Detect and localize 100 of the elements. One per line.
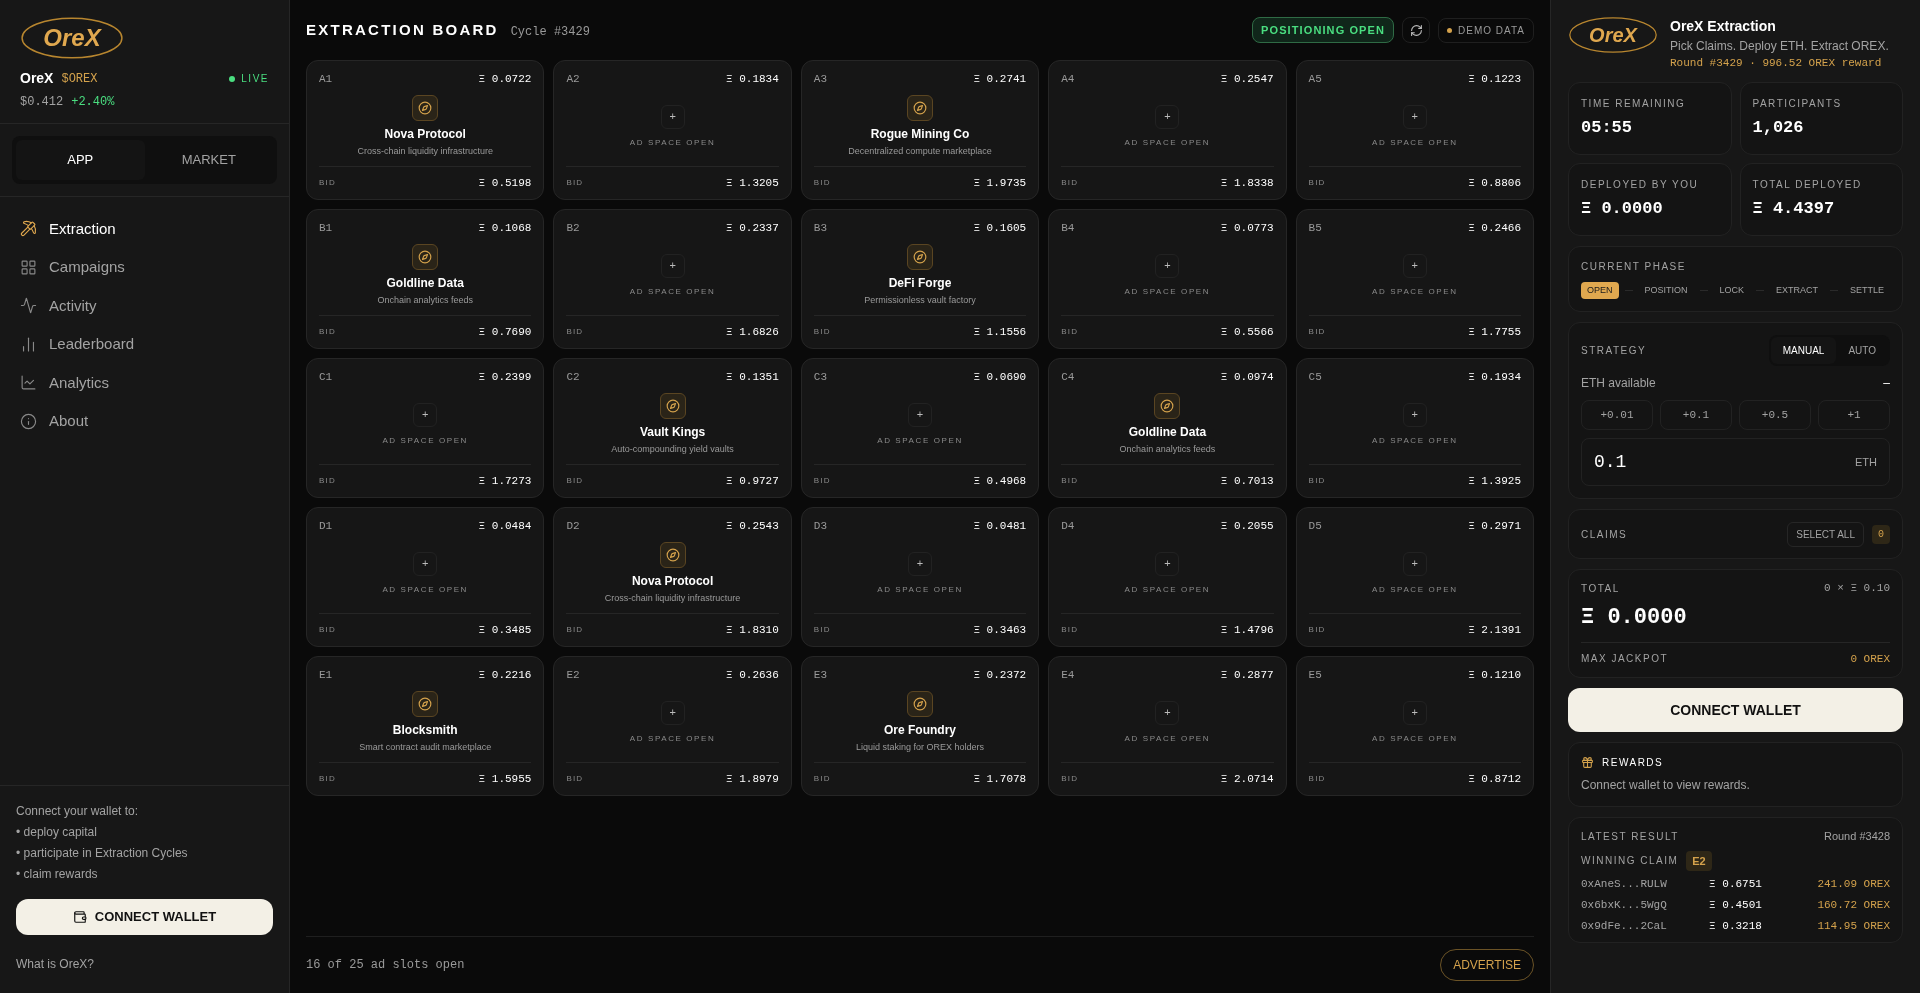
nav-item[interactable]: Extraction [20,212,269,245]
ad-slot-card[interactable]: D1 Ξ 0.0484 + AD SPACE OPEN BID Ξ 0.3485 [306,507,545,647]
sponsor-name: Nova Protocol [631,572,714,590]
ad-space-label: AD SPACE OPEN [382,434,468,447]
slot-id: A2 [566,72,580,87]
add-ad-button[interactable]: + [908,402,932,427]
connect-point: • participate in Extraction Cycles [16,845,189,862]
add-ad-button[interactable]: + [660,253,685,278]
add-ad-button[interactable]: + [1155,700,1180,725]
ad-space-label: AD SPACE OPEN [1124,285,1211,298]
nav-item[interactable]: Analytics [20,366,269,399]
add-ad-button[interactable]: + [1402,700,1427,725]
stat-label: TOTAL DEPLOYED [1752,177,1863,192]
ad-slot-card[interactable]: D2 Ξ 0.2543 Nova Protocol Cross-chain liquidity infrastructure BID Ξ 1.8310 [553,507,792,647]
ad-slot-card[interactable]: A5 Ξ 0.1223 + AD SPACE OPEN BID Ξ 0.8806 [1295,60,1534,200]
slot-id: C5 [1308,370,1322,385]
connect-wallet-button[interactable]: CONNECT WALLET [16,899,273,935]
sponsor-tagline: Smart contract audit marketplace [359,740,492,754]
nav-item[interactable]: Leaderboard [20,328,269,361]
add-ad-button[interactable]: + [1155,551,1180,576]
ad-slot-card[interactable]: A4 Ξ 0.2547 + AD SPACE OPEN BID Ξ 1.8338 [1048,60,1287,200]
stat-label: TIME REMAINING [1581,96,1687,111]
sponsor-tagline: Permissionless vault factory [864,293,976,307]
add-ad-button[interactable]: + [660,700,685,725]
sponsor-name: Nova Protocol [384,125,466,143]
ad-slot-card[interactable]: B1 Ξ 0.1068 Goldline Data Onchain analytics feeds BID Ξ 0.7690 [306,209,545,349]
add-ad-button[interactable]: + [1155,104,1180,129]
connect-wallet-button[interactable]: CONNECT WALLET [1568,688,1903,732]
strategy-tab[interactable]: MANUAL [1770,337,1837,364]
nav-item[interactable]: Campaigns [20,251,269,284]
ad-slot-card[interactable]: C3 Ξ 0.0690 + AD SPACE OPEN BID Ξ 0.4968 [800,358,1040,498]
phase-step: OPEN [1581,281,1619,299]
ad-slot-card[interactable]: E5 Ξ 0.1210 + AD SPACE OPEN BID Ξ 0.8712 [1295,656,1534,796]
add-ad-button[interactable]: + [1155,253,1180,278]
claims-label: CLAIMS [1581,527,1628,542]
add-ad-button[interactable]: + [1402,253,1427,278]
slot-price: Ξ 0.2216 [478,668,532,683]
ad-slot-card[interactable]: A1 Ξ 0.0722 Nova Protocol Cross-chain liquidity infrastructure BID Ξ 0.5198 [306,60,545,200]
slot-price: Ξ 0.2741 [973,72,1027,87]
add-ad-button[interactable]: + [413,402,438,427]
ad-slot-card[interactable]: B2 Ξ 0.2337 + AD SPACE OPEN BID Ξ 1.6826 [553,209,792,349]
add-ad-button[interactable]: + [413,551,438,576]
ad-slot-card[interactable]: D5 Ξ 0.2971 + AD SPACE OPEN BID Ξ 2.1391 [1295,507,1534,647]
ad-slot-card[interactable]: C1 Ξ 0.2399 + AD SPACE OPEN BID Ξ 1.7273 [306,358,545,498]
demo-data-badge: DEMO DATA [1438,17,1534,43]
ad-space-label: AD SPACE OPEN [1372,136,1458,149]
bid-amount: Ξ 1.8979 [726,771,779,787]
increment-button[interactable]: +1 [1818,400,1890,430]
eth-available-label: ETH available [1581,375,1656,392]
bid-label: BID [319,623,336,636]
select-all-button[interactable]: SELECT ALL [1787,521,1864,547]
ad-slot-card[interactable]: C5 Ξ 0.1934 + AD SPACE OPEN BID Ξ 1.3925 [1295,358,1534,498]
ad-slot-card[interactable]: B3 Ξ 0.1605 DeFi Forge Permissionless vault factory BID Ξ 1.1556 [800,209,1040,349]
ad-slot-card[interactable]: A3 Ξ 0.2741 Rogue Mining Co Decentralized compute marketplace BID Ξ 1.9735 [800,60,1040,200]
slot-id: B1 [319,221,333,236]
ad-slot-card[interactable]: A2 Ξ 0.1834 + AD SPACE OPEN BID Ξ 1.3205 [553,60,792,200]
help-link[interactable]: What is OreX? [16,955,273,973]
bid-label: BID [1308,772,1326,785]
nav-icon [20,297,37,315]
increment-button[interactable]: +0.5 [1739,400,1811,430]
add-ad-button[interactable]: + [660,104,685,129]
slot-id: A3 [813,72,827,87]
orex-logo: OreX [20,16,124,60]
ad-slot-card[interactable]: E2 Ξ 0.2636 + AD SPACE OPEN BID Ξ 1.8979 [553,656,792,796]
ad-slot-card[interactable]: E4 Ξ 0.2877 + AD SPACE OPEN BID Ξ 2.0714 [1048,656,1287,796]
ad-slot-card[interactable]: B5 Ξ 0.2466 + AD SPACE OPEN BID Ξ 1.7755 [1295,209,1534,349]
sponsor-logo-icon [907,94,933,121]
nav-item[interactable]: Activity [20,289,269,322]
ad-slot-card[interactable]: E1 Ξ 0.2216 Blocksmith Smart contract audit marketplace BID Ξ 1.5955 [306,656,545,796]
app-tab[interactable]: APP [16,140,145,180]
increment-button[interactable]: +0.1 [1660,400,1732,430]
slot-price: Ξ 0.2399 [478,370,532,385]
sponsor-logo-icon [412,243,439,270]
slot-price: Ξ 0.2877 [1220,668,1274,683]
add-ad-button[interactable]: + [1402,402,1427,427]
app-tab[interactable]: MARKET [144,140,273,180]
slots-open-count: 16 of 25 ad slots open [306,957,465,974]
amount-field[interactable]: 0.1 ETH [1581,438,1890,486]
slot-price: Ξ 0.1351 [726,370,779,385]
slot-price: Ξ 0.2055 [1220,519,1274,534]
nav-item[interactable]: About [20,405,269,438]
ad-slot-card[interactable]: B4 Ξ 0.0773 + AD SPACE OPEN BID Ξ 0.5566 [1048,209,1287,349]
add-ad-button[interactable]: + [908,551,932,576]
ad-slot-card[interactable]: C4 Ξ 0.0974 Goldline Data Onchain analytics feeds BID Ξ 0.7013 [1048,358,1287,498]
latest-label: LATEST RESULT [1581,829,1679,844]
ad-slot-card[interactable]: D3 Ξ 0.0481 + AD SPACE OPEN BID Ξ 0.3463 [800,507,1040,647]
refresh-button[interactable] [1402,17,1431,43]
strategy-tab[interactable]: AUTO [1836,337,1888,364]
slot-id: E4 [1061,668,1075,683]
add-ad-button[interactable]: + [1402,551,1427,576]
ad-slot-card[interactable]: D4 Ξ 0.2055 + AD SPACE OPEN BID Ξ 1.4796 [1048,507,1287,647]
bid-label: BID [319,176,336,189]
increment-button[interactable]: +0.01 [1581,400,1653,430]
add-ad-button[interactable]: + [1402,104,1427,129]
ad-slot-card[interactable]: C2 Ξ 0.1351 Vault Kings Auto-compounding yield vaults BID Ξ 0.9727 [553,358,792,498]
ad-slot-card[interactable]: E3 Ξ 0.2372 Ore Foundry Liquid staking for OREX holders BID Ξ 1.7078 [800,656,1040,796]
slot-id: E5 [1308,668,1322,683]
slot-id: C1 [319,370,333,385]
bid-label: BID [1308,623,1326,636]
slot-id: D2 [566,519,580,534]
